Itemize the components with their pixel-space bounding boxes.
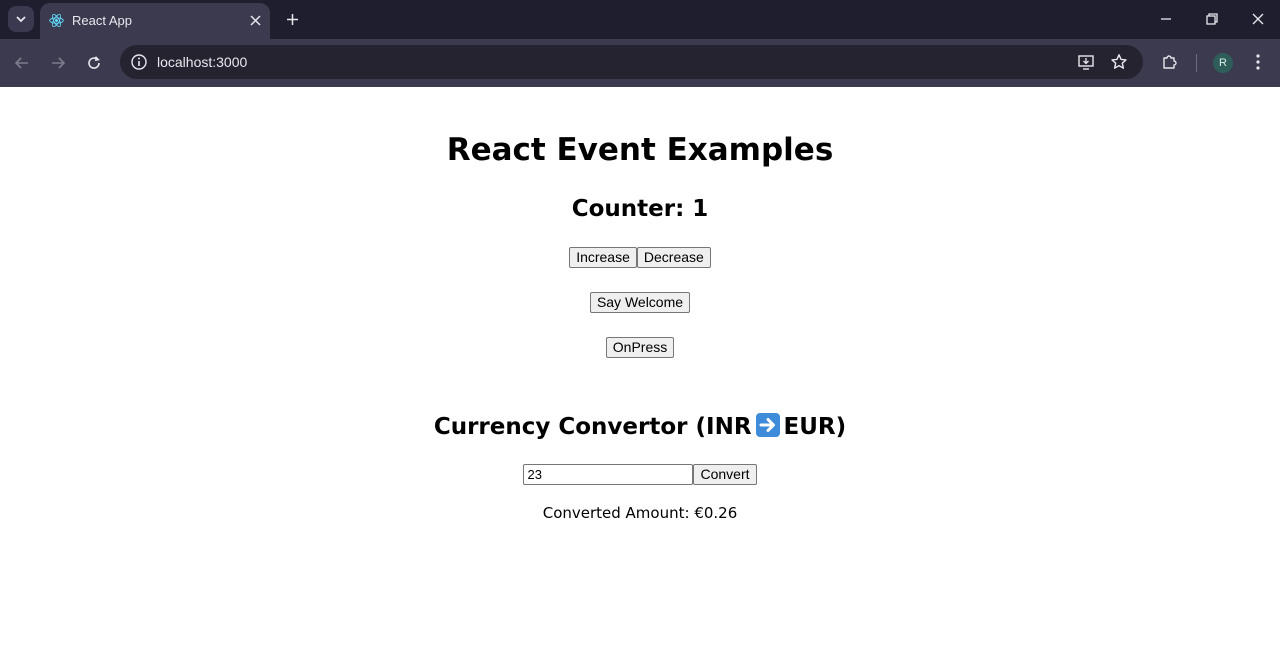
currency-heading: Currency Convertor (INR EUR) [0,413,1280,440]
new-tab-button[interactable] [282,9,302,29]
info-icon[interactable] [130,53,148,71]
tab-title: React App [72,13,132,28]
back-button[interactable] [10,51,34,75]
tab-close-button[interactable] [247,12,264,29]
close-icon [250,15,261,26]
reload-button[interactable] [82,51,106,75]
tab-strip: React App [0,0,1280,39]
currency-heading-right: EUR) [783,414,847,440]
amount-input[interactable] [523,464,694,485]
counter-heading: Counter: 1 [571,196,709,222]
decrease-button[interactable]: Decrease [636,247,711,268]
arrow-right-icon [52,57,66,69]
chevron-down-icon [16,16,26,23]
converted-amount-text: Converted Amount: €0.26 [542,504,738,522]
page-content: React Event Examples Counter: 1 Increase… [0,87,1280,668]
plus-icon [286,13,298,25]
toolbar-divider [1196,54,1197,72]
install-app-icon[interactable] [1077,53,1095,71]
extensions-button[interactable] [1159,51,1181,73]
say-welcome-button[interactable]: Say Welcome [589,292,691,313]
restore-button[interactable] [1201,8,1223,30]
minimize-button[interactable] [1155,8,1177,30]
onpress-button[interactable]: OnPress [605,337,675,358]
page-title: React Event Examples [446,132,834,168]
puzzle-icon [1163,55,1177,69]
menu-button[interactable] [1247,51,1269,73]
address-bar[interactable]: localhost:3000 [120,45,1143,79]
minimize-icon [1161,18,1171,20]
reload-icon [88,56,100,69]
close-window-button[interactable] [1247,8,1269,30]
more-vertical-icon [1256,54,1260,70]
profile-avatar[interactable]: R [1213,53,1233,73]
react-logo-icon [49,14,64,27]
bookmark-star-icon[interactable] [1110,53,1128,71]
close-icon [1252,13,1264,25]
convert-button[interactable]: Convert [693,464,757,485]
tab-search-button[interactable] [8,6,34,32]
increase-button[interactable]: Increase [569,247,637,268]
right-arrow-icon [755,413,780,437]
currency-heading-left: Currency Convertor (INR [433,414,752,440]
restore-icon [1206,13,1218,25]
browser-toolbar: localhost:3000 R [0,39,1280,87]
url-text[interactable]: localhost:3000 [157,54,247,70]
tab-react-app[interactable]: React App [40,3,270,39]
arrow-left-icon [14,57,28,69]
forward-button[interactable] [46,51,70,75]
